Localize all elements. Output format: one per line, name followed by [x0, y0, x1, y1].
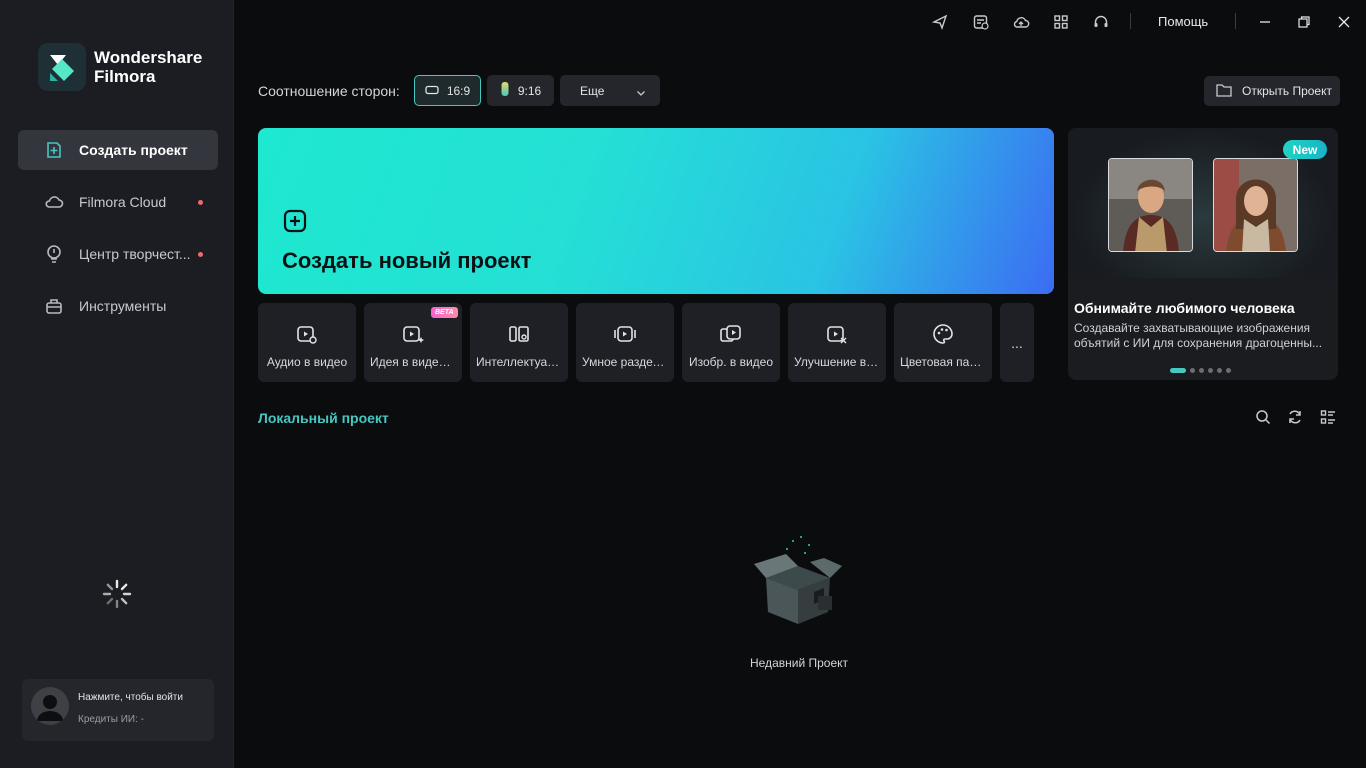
tool-label: Улучшение ви... — [794, 355, 880, 369]
tool-smart-crop[interactable]: Интеллектуаль... — [470, 303, 568, 382]
smart-split-icon — [613, 322, 637, 346]
aspect-16-9-label: 16:9 — [446, 83, 471, 98]
refresh-icon[interactable] — [1286, 408, 1304, 426]
sidebar-nav: Создать проект Filmora Cloud Центр творч… — [18, 130, 218, 338]
carousel-dot[interactable] — [1208, 368, 1213, 373]
restore-icon[interactable] — [1294, 12, 1314, 32]
empty-box-icon — [748, 530, 848, 630]
more-tools-button[interactable]: ... — [1000, 303, 1034, 382]
tool-label: Идея в видео с... — [370, 355, 456, 369]
sidebar-item-tools[interactable]: Инструменты — [18, 286, 218, 326]
empty-state-label: Недавний Проект — [749, 656, 849, 670]
open-project-button[interactable]: Открыть Проект — [1204, 76, 1340, 106]
lightbulb-icon — [44, 244, 64, 264]
cloud-upload-icon[interactable] — [1012, 13, 1030, 31]
minimize-icon[interactable] — [1255, 12, 1275, 32]
sidebar-item-label: Центр творчест... — [79, 246, 191, 262]
carousel-dot[interactable] — [1217, 368, 1222, 373]
grid-icon[interactable] — [1052, 13, 1070, 31]
notification-dot — [198, 200, 203, 205]
toolbar-divider — [1235, 13, 1236, 29]
account-panel[interactable]: Нажмите, чтобы войти Кредиты ИИ: - — [22, 679, 214, 741]
tool-idea-to-video[interactable]: BETA Идея в видео с... — [364, 303, 462, 382]
aspect-16-9-button[interactable]: 16:9 — [414, 75, 481, 106]
brand: Wondershare Filmora — [38, 43, 202, 91]
promo-photo-woman — [1213, 158, 1298, 252]
smart-crop-icon — [507, 322, 531, 346]
toolbox-icon — [44, 296, 64, 316]
ai-credits: Кредиты ИИ: - — [78, 714, 144, 725]
open-project-label: Открыть Проект — [1242, 84, 1332, 98]
tool-audio-to-video[interactable]: Аудио в видео — [258, 303, 356, 382]
sidebar-item-label: Инструменты — [79, 298, 167, 314]
help-button[interactable]: Помощь — [1158, 14, 1208, 29]
carousel-dot[interactable] — [1190, 368, 1195, 373]
beta-badge: BETA — [431, 307, 458, 318]
aspect-9-16-button[interactable]: 9:16 — [487, 75, 554, 106]
local-project-tab[interactable]: Локальный проект — [258, 410, 389, 426]
carousel-dot[interactable] — [1199, 368, 1204, 373]
sidebar-item-label: Filmora Cloud — [79, 194, 167, 210]
carousel-dots — [1170, 368, 1235, 373]
sidebar-item-label: Создать проект — [79, 142, 188, 158]
search-icon[interactable] — [1254, 408, 1272, 426]
folder-icon — [1216, 83, 1232, 100]
headset-icon[interactable] — [1092, 13, 1110, 31]
calendar-clock-icon[interactable] — [972, 13, 990, 31]
promo-description: Создавайте захватывающие изображения объ… — [1074, 321, 1323, 350]
send-icon[interactable] — [931, 13, 949, 31]
loading-spinner-icon — [101, 578, 133, 610]
aspect-more-label: Еще — [580, 83, 605, 98]
brand-name: Wondershare Filmora — [94, 48, 202, 86]
login-link[interactable]: Нажмите, чтобы войти — [78, 692, 183, 703]
plus-square-icon — [44, 140, 64, 160]
tool-label: Цветовая пали... — [900, 355, 986, 369]
create-new-project-button[interactable]: Создать новый проект — [258, 128, 1054, 294]
color-palette-icon — [931, 322, 955, 346]
tool-video-enhance[interactable]: Улучшение ви... — [788, 303, 886, 382]
aspect-more-dropdown[interactable]: Еще — [560, 75, 660, 106]
tool-label: Интеллектуаль... — [476, 355, 562, 369]
idea-video-icon — [401, 322, 425, 346]
new-badge: New — [1283, 140, 1327, 159]
filmora-start-window: Wondershare Filmora Создать проект Filmo… — [0, 0, 1366, 768]
audio-video-icon — [295, 322, 319, 346]
promo-title: Обнимайте любимого человека — [1074, 300, 1295, 316]
avatar — [31, 687, 69, 725]
promo-card[interactable]: New Обнимайте любимого человека Создавай… — [1068, 128, 1338, 380]
landscape-icon — [425, 84, 439, 98]
brand-name-line2: Filmora — [94, 67, 156, 86]
cloud-icon — [44, 192, 64, 212]
tool-label: Умное разделе... — [582, 355, 668, 369]
create-project-title: Создать новый проект — [282, 248, 532, 273]
close-icon[interactable] — [1334, 12, 1354, 32]
carousel-dot[interactable] — [1226, 368, 1231, 373]
plus-square-icon — [283, 209, 307, 238]
tool-image-to-video[interactable]: Изобр. в видео — [682, 303, 780, 382]
image-to-video-icon — [719, 322, 743, 346]
chevron-down-icon — [636, 86, 646, 100]
tool-smart-split[interactable]: Умное разделе... — [576, 303, 674, 382]
filmora-logo-icon — [38, 43, 86, 91]
tool-label: Изобр. в видео — [688, 355, 774, 369]
toolbar-divider — [1130, 13, 1131, 29]
sidebar-item-create-project[interactable]: Создать проект — [18, 130, 218, 170]
list-view-icon[interactable] — [1319, 408, 1337, 426]
video-enhance-icon — [825, 322, 849, 346]
promo-photo-man — [1108, 158, 1193, 252]
aspect-ratio-label: Соотношение сторон: — [258, 83, 400, 99]
sidebar-item-filmora-cloud[interactable]: Filmora Cloud — [18, 182, 218, 222]
tool-color-palette[interactable]: Цветовая пали... — [894, 303, 992, 382]
portrait-icon — [500, 81, 510, 100]
carousel-dot[interactable] — [1170, 368, 1186, 373]
sidebar-item-creative-center[interactable]: Центр творчест... — [18, 234, 218, 274]
notification-dot — [198, 252, 203, 257]
aspect-9-16-label: 9:16 — [517, 83, 542, 98]
promo-banner-image: New — [1068, 128, 1338, 278]
brand-name-line1: Wondershare — [94, 48, 203, 67]
tool-label: Аудио в видео — [266, 355, 348, 369]
sidebar: Wondershare Filmora Создать проект Filmo… — [0, 0, 234, 768]
